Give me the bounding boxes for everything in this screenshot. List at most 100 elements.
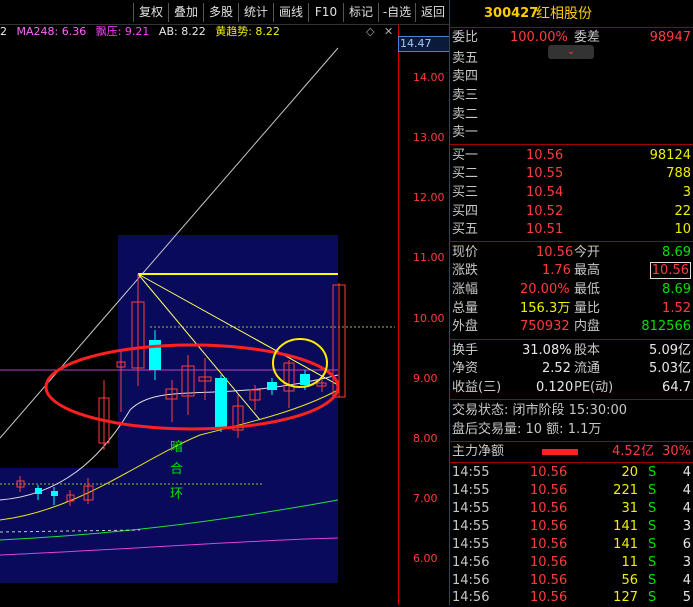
stats-row: 换手 31.08% 股本 5.09亿 — [450, 342, 693, 360]
buy-price: 10.52 — [526, 204, 564, 219]
tick-label: 7.00 — [413, 492, 438, 505]
stats-label: 流通 — [574, 361, 601, 376]
tick-label: 13.00 — [413, 131, 445, 144]
tick-side: S — [648, 501, 657, 516]
buy-volume: 788 — [666, 166, 691, 181]
sell-row: 卖一 — [450, 124, 693, 142]
quote-label: 涨跌 — [452, 263, 479, 278]
buy-volume: 10 — [674, 222, 691, 237]
diamond-icon[interactable]: ◇ — [366, 25, 374, 38]
tick-label: 9.00 — [413, 372, 438, 385]
tick-time: 14:55 — [452, 465, 490, 480]
stats-button[interactable]: 统计 — [238, 3, 273, 22]
tick-volume: 127 — [613, 590, 638, 605]
tick-time: 14:56 — [452, 590, 490, 605]
sell-label: 卖三 — [452, 88, 479, 103]
quote-value: 20.00% — [520, 282, 570, 297]
tick-side: S — [648, 537, 657, 552]
tick-volume: 20 — [621, 465, 638, 480]
price-axis: 14.00 13.00 12.00 11.00 10.00 9.00 8.00 … — [398, 25, 450, 605]
main-flow-value: 4.52亿 — [612, 444, 654, 459]
tick-count: 3 — [682, 519, 691, 534]
buy-row: 买二 10.55 788 — [450, 165, 693, 183]
quote-row: 现价 10.56 今开 8.69 — [450, 244, 693, 262]
quote-label: 最高 — [574, 263, 601, 278]
sell-label: 卖四 — [452, 69, 479, 84]
buy-row: 买四 10.52 22 — [450, 203, 693, 221]
quote-row: 总量 156.3万 量比 1.52 — [450, 300, 693, 318]
overlay-button[interactable]: 叠加 — [168, 3, 203, 22]
stock-code: 300427 — [484, 6, 539, 21]
trade-status-text: 交易状态: 闭市阶段 15:30:00 — [452, 403, 628, 418]
quote-label: 内盘 — [574, 319, 601, 334]
tick-label: 11.00 — [413, 251, 445, 264]
stats-value: 0.120 — [536, 380, 574, 395]
quote-value: 8.69 — [662, 245, 691, 260]
quote-label: 外盘 — [452, 319, 479, 334]
quote-value: 1.76 — [542, 263, 571, 278]
indicator-line: 2 MA248: 6.36 飘压: 9.21 AB: 8.22 黄趋势: 8.2… — [0, 25, 398, 39]
buy-price: 10.54 — [526, 185, 564, 200]
back-button[interactable]: 返回 — [415, 3, 450, 22]
kline-chart[interactable]: 暗 合 环 — [0, 40, 398, 605]
tick-volume: 221 — [613, 483, 638, 498]
tick-row: 14:55 10.56 221 S 4 — [450, 482, 693, 500]
stats-value: 64.7 — [662, 380, 691, 395]
indicator-prefix: 2 — [0, 25, 7, 38]
remove-watchlist-button[interactable]: -自选 — [378, 3, 415, 22]
quote-label: 今开 — [574, 245, 601, 260]
tick-count: 6 — [682, 537, 691, 552]
buy-row: 买一 10.56 98124 — [450, 147, 693, 165]
tick-row: 14:56 10.56 56 S 4 — [450, 572, 693, 590]
multi-stock-button[interactable]: 多股 — [203, 3, 238, 22]
black-region-upper — [118, 40, 338, 235]
tick-volume: 11 — [621, 555, 638, 570]
quote-value: 812566 — [641, 319, 691, 334]
buy-row: 买三 10.54 3 — [450, 184, 693, 202]
draw-line-button[interactable]: 画线 — [273, 3, 308, 22]
tick-price: 10.56 — [530, 555, 568, 570]
trade-status: 交易状态: 闭市阶段 15:30:00 — [450, 402, 693, 420]
buy-label: 买三 — [452, 185, 479, 200]
main-flow-row: 主力净额 4.52亿 30% — [450, 443, 693, 461]
tick-side: S — [648, 573, 657, 588]
quote-panel: 300427 红相股份 委比 100.00% 委差 98947 ⌄ 卖五 卖四 … — [449, 0, 693, 605]
stats-label: 净资 — [452, 361, 479, 376]
tick-label: 8.00 — [413, 432, 438, 445]
tick-price: 10.56 — [530, 573, 568, 588]
tick-price: 10.56 — [530, 519, 568, 534]
f10-button[interactable]: F10 — [308, 3, 343, 22]
huangqushi-value: 黄趋势: 8.22 — [215, 25, 280, 38]
quote-row: 外盘 750932 内盘 812566 — [450, 318, 693, 336]
tick-side: S — [648, 483, 657, 498]
high-price-boxed: 10.56 — [649, 262, 691, 279]
quote-label: 量比 — [574, 301, 601, 316]
fuquan-button[interactable]: 复权 — [133, 3, 168, 22]
buy-volume: 98124 — [649, 148, 691, 163]
ab-value: AB: 8.22 — [158, 25, 206, 38]
annotation-char-1: 暗 — [170, 440, 183, 455]
weicha-value: 98947 — [649, 30, 691, 45]
tick-row: 14:56 10.56 11 S 3 — [450, 554, 693, 572]
tick-time: 14:55 — [452, 537, 490, 552]
close-icon[interactable]: ✕ — [384, 25, 393, 38]
tick-price: 10.56 — [530, 501, 568, 516]
quote-label: 最低 — [574, 282, 601, 297]
tick-label: 14.00 — [413, 71, 445, 84]
ma248-value: MA248: 6.36 — [16, 25, 87, 38]
tick-price: 10.56 — [530, 465, 568, 480]
tick-price: 10.56 — [530, 590, 568, 605]
piaoya-value: 飘压: 9.21 — [95, 25, 150, 38]
tick-label: 12.00 — [413, 191, 445, 204]
stats-row: 净资 2.52 流通 5.03亿 — [450, 360, 693, 378]
stats-label: 股本 — [574, 343, 601, 358]
chart-toolbar: 复权 叠加 多股 统计 画线 F10 标记 -自选 返回 — [0, 0, 449, 25]
tick-time: 14:55 — [452, 483, 490, 498]
tick-row: 14:55 10.56 20 S 4 — [450, 464, 693, 482]
tick-count: 4 — [682, 465, 691, 480]
quote-row: 涨幅 20.00% 最低 8.69 — [450, 281, 693, 299]
tick-row: 14:55 10.56 141 S 6 — [450, 536, 693, 554]
mark-button[interactable]: 标记 — [343, 3, 378, 22]
sell-row: 卖三 — [450, 87, 693, 105]
main-flow-label: 主力净额 — [452, 444, 505, 459]
